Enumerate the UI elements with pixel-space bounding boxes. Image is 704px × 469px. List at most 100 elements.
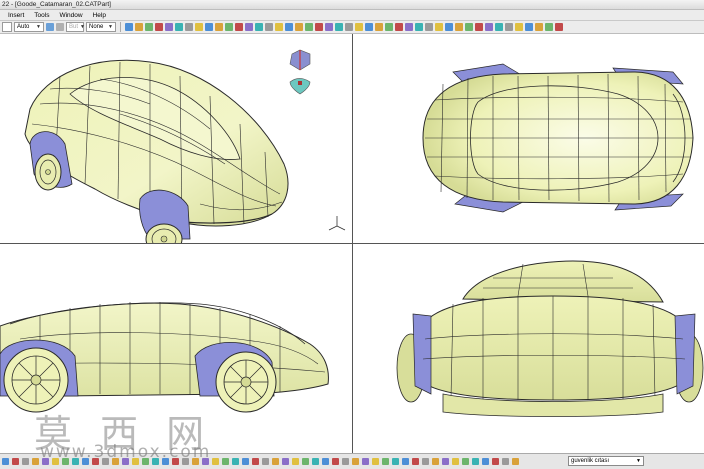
toolbar-icon[interactable] — [56, 23, 64, 31]
bottom-tool-icon[interactable] — [432, 458, 439, 465]
bottom-tool-icon[interactable] — [372, 458, 379, 465]
toolbar-tool-icon[interactable] — [195, 23, 203, 31]
toolbar-tool-icon[interactable] — [555, 23, 563, 31]
bottom-tool-icon[interactable] — [302, 458, 309, 465]
toolbar-tool-icon[interactable] — [425, 23, 433, 31]
bottom-tool-icon[interactable] — [512, 458, 519, 465]
bottom-tool-icon[interactable] — [332, 458, 339, 465]
bottom-tool-icon[interactable] — [402, 458, 409, 465]
chevron-down-icon: ▼ — [80, 24, 85, 30]
toolbar-tool-icon[interactable] — [235, 23, 243, 31]
toolbar-tool-icon[interactable] — [225, 23, 233, 31]
bottom-tool-icon[interactable] — [322, 458, 329, 465]
bottom-tool-icon[interactable] — [382, 458, 389, 465]
toolbar-tool-icon[interactable] — [215, 23, 223, 31]
bottom-tool-icon[interactable] — [482, 458, 489, 465]
bottom-tool-icon[interactable] — [232, 458, 239, 465]
toolbar-tool-icon[interactable] — [465, 23, 473, 31]
toolbar-tool-icon[interactable] — [245, 23, 253, 31]
toolbar-tool-icon[interactable] — [405, 23, 413, 31]
toolbar-tool-icon[interactable] — [515, 23, 523, 31]
toolbar-tool-icon[interactable] — [495, 23, 503, 31]
bottom-tool-icon[interactable] — [22, 458, 29, 465]
toolbar-tool-icon[interactable] — [385, 23, 393, 31]
toolbar-tool-icon[interactable] — [155, 23, 163, 31]
toolbar-tool-icon[interactable] — [445, 23, 453, 31]
bottom-tool-icon[interactable] — [362, 458, 369, 465]
bottom-tool-icon[interactable] — [262, 458, 269, 465]
toolbar-tool-icon[interactable] — [145, 23, 153, 31]
viewport-isometric[interactable] — [0, 34, 352, 243]
toolbar-icon[interactable] — [46, 23, 54, 31]
toolbar-tool-icon[interactable] — [325, 23, 333, 31]
toolbar-combo-auto[interactable]: Auto ▼ — [14, 22, 44, 32]
compass-icon[interactable] — [289, 49, 311, 95]
selection-set-dropdown[interactable]: guvenlik cıtası ▼ — [568, 456, 644, 466]
bottom-tool-icon[interactable] — [2, 458, 9, 465]
bottom-tool-icon[interactable] — [272, 458, 279, 465]
toolbar-tool-icon[interactable] — [135, 23, 143, 31]
viewport-front[interactable] — [353, 244, 704, 453]
viewport-divider-horizontal[interactable] — [0, 243, 704, 244]
toolbar-tool-icon[interactable] — [345, 23, 353, 31]
bottom-tool-icon[interactable] — [32, 458, 39, 465]
bottom-tool-icon[interactable] — [352, 458, 359, 465]
bottom-tool-icon[interactable] — [212, 458, 219, 465]
toolbar-tool-icon[interactable] — [415, 23, 423, 31]
bottom-tool-icon[interactable] — [452, 458, 459, 465]
isometric-car-render — [24, 49, 346, 243]
bottom-tool-icon[interactable] — [422, 458, 429, 465]
toolbar-tool-icon[interactable] — [525, 23, 533, 31]
menu-insert[interactable]: Insert — [8, 10, 24, 21]
toolbar-tool-icon[interactable] — [505, 23, 513, 31]
toolbar-tool-icon[interactable] — [295, 23, 303, 31]
toolbar-tool-icon[interactable] — [355, 23, 363, 31]
toolbar-combo-but[interactable]: But ▼ — [66, 22, 85, 32]
toolbar-tool-icon[interactable] — [185, 23, 193, 31]
toolbar-tool-icon[interactable] — [265, 23, 273, 31]
bottom-tool-icon[interactable] — [342, 458, 349, 465]
toolbar-tool-icon[interactable] — [255, 23, 263, 31]
toolbar-tool-icon[interactable] — [365, 23, 373, 31]
menu-bar: Insert Tools Window Help — [0, 10, 704, 21]
toolbar-tool-icon[interactable] — [205, 23, 213, 31]
bottom-tool-icon[interactable] — [412, 458, 419, 465]
bottom-tool-icon[interactable] — [502, 458, 509, 465]
toolbar-tool-icon[interactable] — [435, 23, 443, 31]
toolbar-tool-icon[interactable] — [335, 23, 343, 31]
toolbar-tool-icon[interactable] — [375, 23, 383, 31]
menu-window[interactable]: Window — [59, 10, 82, 21]
bottom-tool-icon[interactable] — [252, 458, 259, 465]
toolbar-tool-icon[interactable] — [285, 23, 293, 31]
front-view-car-render — [396, 260, 704, 417]
bottom-tool-icon[interactable] — [222, 458, 229, 465]
toolbar-tool-icon[interactable] — [485, 23, 493, 31]
bottom-tool-icon[interactable] — [242, 458, 249, 465]
toolbar-combo-none[interactable]: None ▼ — [86, 22, 116, 32]
bottom-tool-icon[interactable] — [472, 458, 479, 465]
toolbar-tool-icon[interactable] — [125, 23, 133, 31]
toolbar-tool-icon[interactable] — [475, 23, 483, 31]
bottom-tool-icon[interactable] — [492, 458, 499, 465]
chevron-down-icon: ▼ — [108, 24, 113, 30]
viewport-top[interactable] — [353, 34, 704, 243]
menu-tools[interactable]: Tools — [34, 10, 49, 21]
toolbar-tool-icon[interactable] — [175, 23, 183, 31]
bottom-tool-icon[interactable] — [442, 458, 449, 465]
toolbar-tool-icon[interactable] — [315, 23, 323, 31]
menu-help[interactable]: Help — [93, 10, 106, 21]
bottom-tool-icon[interactable] — [312, 458, 319, 465]
bottom-tool-icon[interactable] — [12, 458, 19, 465]
toolbar-tool-icon[interactable] — [275, 23, 283, 31]
bottom-tool-icon[interactable] — [392, 458, 399, 465]
bottom-tool-icon[interactable] — [462, 458, 469, 465]
toolbar-tool-icon[interactable] — [535, 23, 543, 31]
toolbar-combo-1[interactable] — [2, 22, 12, 32]
toolbar-tool-icon[interactable] — [455, 23, 463, 31]
bottom-tool-icon[interactable] — [292, 458, 299, 465]
toolbar-tool-icon[interactable] — [305, 23, 313, 31]
toolbar-tool-icon[interactable] — [395, 23, 403, 31]
bottom-tool-icon[interactable] — [282, 458, 289, 465]
toolbar-tool-icon[interactable] — [165, 23, 173, 31]
toolbar-tool-icon[interactable] — [545, 23, 553, 31]
